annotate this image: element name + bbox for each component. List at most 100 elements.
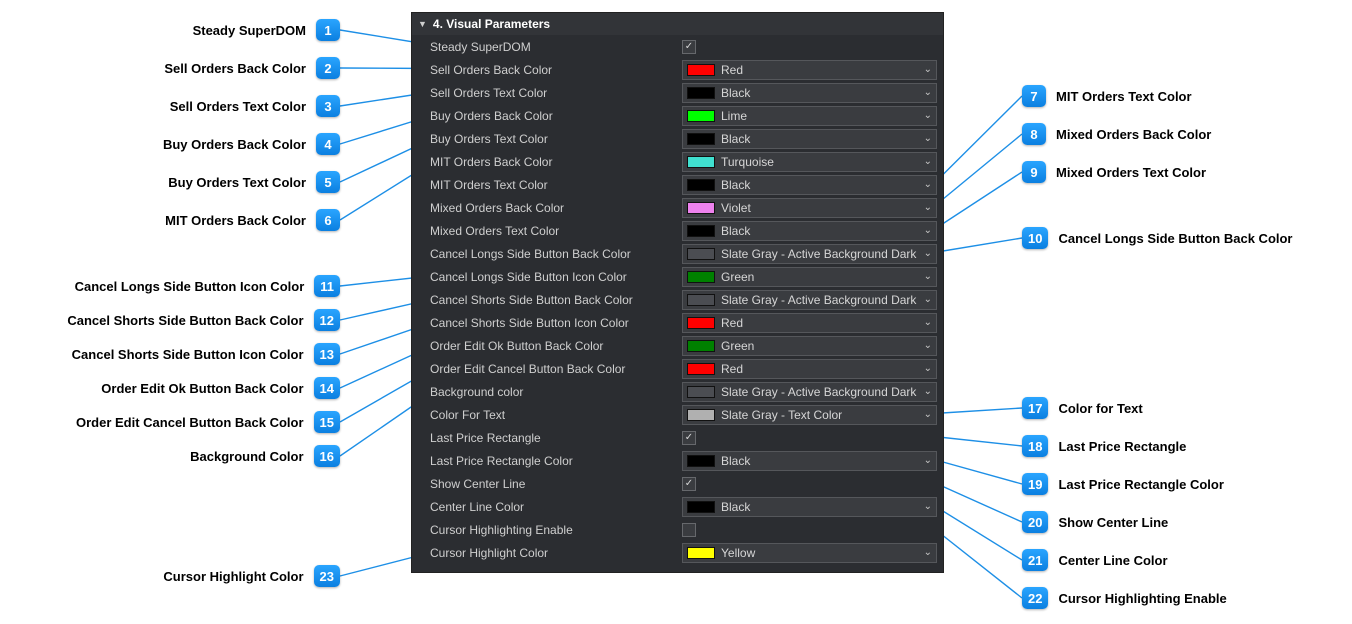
callout-text: MIT Orders Back Color <box>165 213 306 228</box>
color-select-order_edit_ok_back[interactable]: Green⌄ <box>682 336 937 356</box>
callout-badge: 2 <box>316 57 340 79</box>
color-select-center_line_color[interactable]: Black⌄ <box>682 497 937 517</box>
color-name: Black <box>721 454 918 468</box>
color-name: Red <box>721 316 918 330</box>
callout-badge: 4 <box>316 133 340 155</box>
property-control: Red ⌄ <box>682 60 937 80</box>
color-select-mixed_back[interactable]: Violet⌄ <box>682 198 937 218</box>
property-label: Cancel Shorts Side Button Back Color <box>430 293 682 307</box>
callout-text: Mixed Orders Text Color <box>1056 165 1206 180</box>
callout-2: Sell Orders Back Color2 <box>0 57 340 79</box>
property-control: ✓ <box>682 474 937 494</box>
callout-8: 8Mixed Orders Back Color <box>1022 123 1211 145</box>
chevron-down-icon: ⌄ <box>924 386 932 397</box>
checkbox-show_center_line[interactable]: ✓ <box>682 477 696 491</box>
color-swatch <box>687 156 715 168</box>
chevron-down-icon: ⌄ <box>924 64 932 75</box>
color-swatch <box>687 547 715 559</box>
callout-20: 20Show Center Line <box>1022 511 1168 533</box>
color-swatch <box>687 294 715 306</box>
property-row-cancel_shorts_icon: Cancel Shorts Side Button Icon ColorRed⌄ <box>412 311 943 334</box>
color-select-cancel_longs_back[interactable]: Slate Gray - Active Background Dark⌄ <box>682 244 937 264</box>
callout-badge: 13 <box>314 343 340 365</box>
callout-text: Sell Orders Text Color <box>170 99 306 114</box>
property-control: Lime⌄ <box>682 106 937 126</box>
section-title: 4. Visual Parameters <box>433 17 550 31</box>
color-select-mixed_text[interactable]: Black⌄ <box>682 221 937 241</box>
color-name: Slate Gray - Text Color <box>721 408 918 422</box>
color-swatch <box>687 363 715 375</box>
property-row-last_price_rect_color: Last Price Rectangle ColorBlack⌄ <box>412 449 943 472</box>
color-select-last_price_rect_color[interactable]: Black⌄ <box>682 451 937 471</box>
checkbox-steady_superdom[interactable]: ✓ <box>682 40 696 54</box>
callout-badge: 23 <box>314 565 340 587</box>
property-control: Black⌄ <box>682 83 937 103</box>
property-label: Sell Orders Back Color <box>430 63 682 77</box>
callout-text: Cursor Highlight Color <box>163 569 303 584</box>
color-swatch <box>687 317 715 329</box>
chevron-down-icon: ⌄ <box>924 248 932 259</box>
color-select-buy_back[interactable]: Lime⌄ <box>682 106 937 126</box>
callout-11: Cancel Longs Side Button Icon Color11 <box>0 275 340 297</box>
color-name: Red <box>721 63 918 77</box>
callout-badge: 17 <box>1022 397 1048 419</box>
property-row-last_price_rect: Last Price Rectangle✓ <box>412 426 943 449</box>
property-row-background_color: Background colorSlate Gray - Active Back… <box>412 380 943 403</box>
callout-badge: 19 <box>1022 473 1048 495</box>
color-select-cancel_shorts_icon[interactable]: Red⌄ <box>682 313 937 333</box>
property-label: Order Edit Ok Button Back Color <box>430 339 682 353</box>
property-control: Red⌄ <box>682 359 937 379</box>
callout-15: Order Edit Cancel Button Back Color15 <box>0 411 340 433</box>
color-select-mit_text[interactable]: Black⌄ <box>682 175 937 195</box>
caret-down-icon: ▼ <box>418 19 427 29</box>
color-select-cursor_hl_color[interactable]: Yellow⌄ <box>682 543 937 563</box>
property-label: Center Line Color <box>430 500 682 514</box>
callout-text: Buy Orders Back Color <box>163 137 306 152</box>
section-header-visual-parameters[interactable]: ▼ 4. Visual Parameters <box>412 13 943 35</box>
callout-badge: 1 <box>316 19 340 41</box>
property-label: Cursor Highlighting Enable <box>430 523 682 537</box>
visual-parameters-panel: ▼ 4. Visual Parameters Steady SuperDOM✓ S… <box>411 12 944 573</box>
callout-21: 21Center Line Color <box>1022 549 1168 571</box>
callout-3: Sell Orders Text Color3 <box>0 95 340 117</box>
color-select-background_color[interactable]: Slate Gray - Active Background Dark⌄ <box>682 382 937 402</box>
color-name: Red <box>721 362 918 376</box>
property-label: Last Price Rectangle Color <box>430 454 682 468</box>
checkbox-last_price_rect[interactable]: ✓ <box>682 431 696 445</box>
property-row-center_line_color: Center Line ColorBlack⌄ <box>412 495 943 518</box>
callout-badge: 12 <box>314 309 340 331</box>
property-row-cancel_shorts_back: Cancel Shorts Side Button Back ColorSlat… <box>412 288 943 311</box>
color-name: Black <box>721 224 918 238</box>
callout-18: 18Last Price Rectangle <box>1022 435 1186 457</box>
property-control <box>682 520 937 540</box>
color-select-sell_back[interactable]: Red ⌄ <box>682 60 937 80</box>
chevron-down-icon: ⌄ <box>924 501 932 512</box>
color-select-cancel_shorts_back[interactable]: Slate Gray - Active Background Dark⌄ <box>682 290 937 310</box>
callout-text: Last Price Rectangle Color <box>1058 477 1223 492</box>
property-row-steady_superdom: Steady SuperDOM✓ <box>412 35 943 58</box>
color-select-sell_text[interactable]: Black⌄ <box>682 83 937 103</box>
color-select-order_edit_cancel_back[interactable]: Red⌄ <box>682 359 937 379</box>
callout-23: Cursor Highlight Color 23 <box>0 565 340 587</box>
callout-10: 10Cancel Longs Side Button Back Color <box>1022 227 1293 249</box>
property-label: MIT Orders Text Color <box>430 178 682 192</box>
color-swatch <box>687 501 715 513</box>
color-select-cancel_longs_icon[interactable]: Green⌄ <box>682 267 937 287</box>
color-swatch <box>687 64 715 76</box>
callout-badge: 8 <box>1022 123 1046 145</box>
color-select-mit_back[interactable]: Turquoise⌄ <box>682 152 937 172</box>
property-control: Slate Gray - Active Background Dark⌄ <box>682 290 937 310</box>
property-row-buy_back: Buy Orders Back ColorLime⌄ <box>412 104 943 127</box>
property-control: Black⌄ <box>682 497 937 517</box>
property-row-cursor_hl_color: Cursor Highlight ColorYellow⌄ <box>412 541 943 564</box>
property-label: Cancel Shorts Side Button Icon Color <box>430 316 682 330</box>
callout-text: Buy Orders Text Color <box>168 175 306 190</box>
callout-6: MIT Orders Back Color6 <box>0 209 340 231</box>
color-swatch <box>687 271 715 283</box>
callout-text: Cancel Longs Side Button Back Color <box>1058 231 1292 246</box>
color-select-color_for_text[interactable]: Slate Gray - Text Color⌄ <box>682 405 937 425</box>
color-select-buy_text[interactable]: Black⌄ <box>682 129 937 149</box>
property-control: Slate Gray - Active Background Dark⌄ <box>682 244 937 264</box>
callout-badge: 16 <box>314 445 340 467</box>
checkbox-cursor_hl_enable[interactable] <box>682 523 696 537</box>
